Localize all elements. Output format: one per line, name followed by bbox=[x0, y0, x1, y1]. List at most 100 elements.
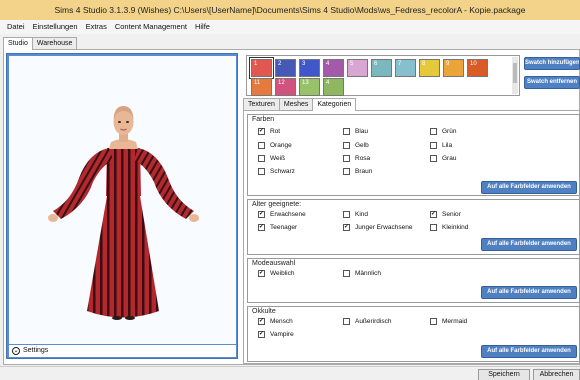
checkbox-senior[interactable]: ✓ Senior bbox=[430, 211, 461, 218]
checkbox-label: Vampire bbox=[270, 331, 294, 338]
add-swatch-button[interactable]: Swatch hinzufügen bbox=[524, 57, 580, 70]
swatch-number: 13 bbox=[302, 80, 309, 86]
checkbox-label: Schwarz bbox=[270, 168, 295, 175]
checkbox-box bbox=[258, 142, 265, 149]
checkbox-box: ✓ bbox=[343, 224, 350, 231]
apply-all-swatches-button[interactable]: Auf alle Farbfelder anwenden bbox=[481, 238, 577, 251]
menu-content-management[interactable]: Content Management bbox=[111, 20, 191, 34]
save-button[interactable]: Speichern bbox=[478, 369, 530, 380]
checkbox-mensch[interactable]: ✓ Mensch bbox=[258, 318, 293, 325]
swatch-11[interactable]: 11 bbox=[251, 78, 272, 96]
checkbox-rosa[interactable]: Rosa bbox=[343, 155, 370, 162]
swatch-3[interactable]: 3 bbox=[299, 59, 320, 77]
checkbox-maennlich[interactable]: Männlich bbox=[343, 270, 381, 277]
checkbox-box bbox=[430, 142, 437, 149]
swatch-4[interactable]: 4 bbox=[323, 59, 344, 77]
checkbox-teenager[interactable]: ✓ Teenager bbox=[258, 224, 297, 231]
kategorien-panel: Farben ✓ Rot Blau Grün Orange Gelb Lila W… bbox=[243, 110, 580, 364]
menu-hilfe[interactable]: Hilfe bbox=[191, 20, 214, 34]
checkbox-lila[interactable]: Lila bbox=[430, 142, 452, 149]
checkbox-ausserirdisch[interactable]: Außerirdisch bbox=[343, 318, 391, 325]
checkbox-box: ✓ bbox=[430, 211, 437, 218]
group-okkulte: Okkulte ✓ Mensch Außerirdisch Mermaid ✓ Va… bbox=[247, 306, 580, 362]
checkbox-gelb[interactable]: Gelb bbox=[343, 142, 369, 149]
swatch-13[interactable]: 13 bbox=[299, 78, 320, 96]
swatch-2[interactable]: 2 bbox=[275, 59, 296, 77]
swatch-scrollbar[interactable] bbox=[512, 57, 518, 94]
swatch-1[interactable]: 1 bbox=[249, 57, 274, 79]
checkbox-box bbox=[343, 168, 350, 175]
swatch-12[interactable]: 12 bbox=[275, 78, 296, 96]
checkbox-label: Gelb bbox=[355, 142, 369, 149]
remove-swatch-button[interactable]: Swatch entfernen bbox=[524, 76, 580, 89]
checkbox-label: Mensch bbox=[270, 318, 293, 325]
checkbox-mermaid[interactable]: Mermaid bbox=[430, 318, 467, 325]
checkbox-box bbox=[343, 318, 350, 325]
swatch-number: 4 bbox=[326, 80, 330, 86]
swatch-list: 1 2 3 4 5 6 7 8 9 10 11 12 13 4 bbox=[246, 55, 520, 96]
swatch-number: 3 bbox=[302, 61, 306, 67]
settings-toggle[interactable]: ⌄ Settings bbox=[9, 345, 236, 357]
checkbox-vampire[interactable]: ✓ Vampire bbox=[258, 331, 294, 338]
swatch-9[interactable]: 9 bbox=[443, 59, 464, 77]
checkbox-label: Teenager bbox=[270, 224, 298, 231]
checkbox-label: Grün bbox=[442, 128, 457, 135]
swatch-number: 12 bbox=[278, 80, 285, 86]
checkbox-kind[interactable]: Kind bbox=[343, 211, 368, 218]
checkbox-weiblich[interactable]: ✓ Weiblich bbox=[258, 270, 294, 277]
swatch-10[interactable]: 10 bbox=[467, 59, 488, 77]
checkbox-weiss[interactable]: Weiß bbox=[258, 155, 285, 162]
swatch-7[interactable]: 7 bbox=[395, 59, 416, 77]
swatch-number: 10 bbox=[470, 61, 477, 67]
checkbox-label: Senior bbox=[442, 211, 461, 218]
scrollbar-thumb[interactable] bbox=[513, 63, 517, 83]
checkbox-schwarz[interactable]: Schwarz bbox=[258, 168, 295, 175]
swatch-5[interactable]: 5 bbox=[347, 59, 368, 77]
sim-model-figure bbox=[48, 106, 199, 320]
checkbox-orange[interactable]: Orange bbox=[258, 142, 292, 149]
tab-kategorien[interactable]: Kategorien bbox=[312, 98, 357, 111]
swatch-number: 11 bbox=[254, 80, 261, 86]
checkbox-grau[interactable]: Grau bbox=[430, 155, 456, 162]
checkbox-label: Junger Erwachsene bbox=[355, 224, 413, 231]
checkbox-label: Weiß bbox=[270, 155, 286, 162]
checkbox-braun[interactable]: Braun bbox=[343, 168, 372, 175]
checkbox-label: Blau bbox=[355, 128, 369, 135]
footer-bar: Speichern Abbrechen bbox=[0, 366, 580, 380]
checkbox-box bbox=[430, 318, 437, 325]
checkbox-junger-erwachsene[interactable]: ✓ Junger Erwachsene bbox=[343, 224, 412, 231]
checkbox-rot[interactable]: ✓ Rot bbox=[258, 128, 280, 135]
swatch-8[interactable]: 8 bbox=[419, 59, 440, 77]
group-farben: Farben ✓ Rot Blau Grün Orange Gelb Lila W… bbox=[247, 114, 580, 196]
apply-all-swatches-button[interactable]: Auf alle Farbfelder anwenden bbox=[481, 181, 577, 194]
checkbox-label: Kleinkind bbox=[442, 224, 469, 231]
group-title: Modeauswahl bbox=[252, 260, 296, 267]
checkbox-box: ✓ bbox=[258, 211, 265, 218]
cancel-button[interactable]: Abbrechen bbox=[533, 369, 580, 380]
checkbox-box: ✓ bbox=[258, 224, 265, 231]
tab-studio[interactable]: Studio bbox=[3, 37, 33, 50]
model-preview[interactable] bbox=[9, 56, 236, 344]
checkbox-label: Braun bbox=[355, 168, 373, 175]
menu-extras[interactable]: Extras bbox=[82, 20, 111, 34]
swatch-number: 7 bbox=[398, 61, 402, 67]
checkbox-gruen[interactable]: Grün bbox=[430, 128, 456, 135]
window-title: Sims 4 Studio 3.1.3.9 (Wishes) C:\Users\… bbox=[0, 0, 580, 20]
checkbox-erwachsene[interactable]: ✓ Erwachsene bbox=[258, 211, 306, 218]
checkbox-kleinkind[interactable]: Kleinkind bbox=[430, 224, 468, 231]
swatch-number: 1 bbox=[254, 61, 258, 67]
menu-datei[interactable]: Datei bbox=[0, 20, 29, 34]
swatch-number: 9 bbox=[446, 61, 450, 67]
checkbox-box: ✓ bbox=[258, 128, 265, 135]
checkbox-blau[interactable]: Blau bbox=[343, 128, 368, 135]
swatch-6[interactable]: 6 bbox=[371, 59, 392, 77]
swatch-14[interactable]: 4 bbox=[323, 78, 344, 96]
menu-einstellungen[interactable]: Einstellungen bbox=[29, 20, 82, 34]
checkbox-label: Erwachsene bbox=[270, 211, 306, 218]
apply-all-swatches-button[interactable]: Auf alle Farbfelder anwenden bbox=[481, 286, 577, 299]
chevron-down-icon: ⌄ bbox=[12, 347, 20, 355]
checkbox-box bbox=[430, 224, 437, 231]
checkbox-box bbox=[430, 128, 437, 135]
preview-viewport: ⌄ Settings bbox=[6, 53, 238, 359]
apply-all-swatches-button[interactable]: Auf alle Farbfelder anwenden bbox=[481, 345, 577, 358]
